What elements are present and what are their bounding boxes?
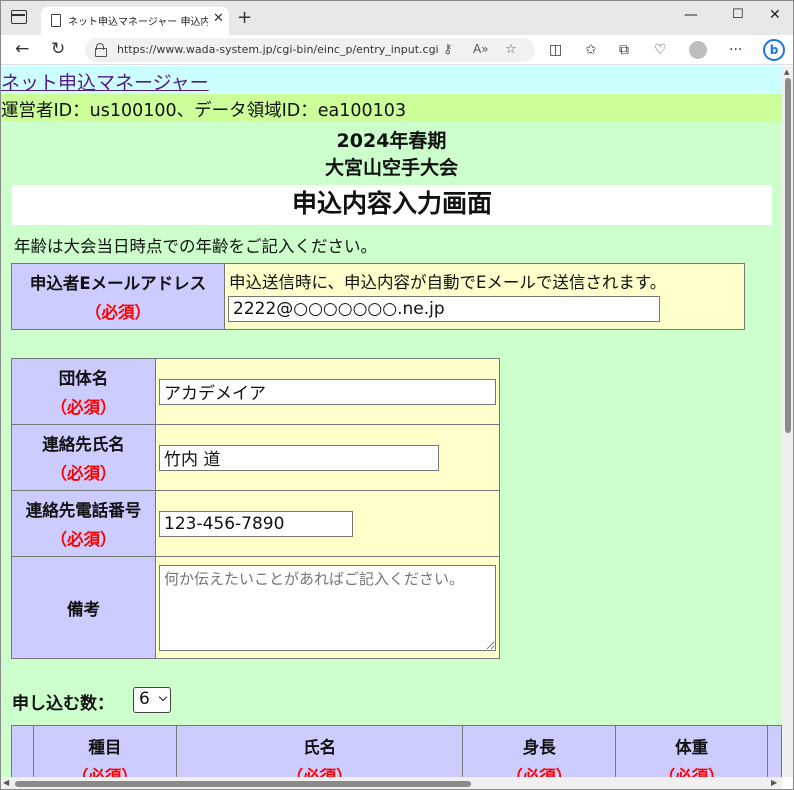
phone-input[interactable] <box>159 510 353 537</box>
title-bar: ネット申込マネージャー 申込内容入力 ✕ + — ☐ ✕ <box>1 1 793 35</box>
org-value-cell <box>155 358 500 425</box>
email-hint: 申込送信時に、申込内容が自動でEメールで送信されます。 <box>229 273 667 292</box>
horizontal-scroll-thumb[interactable] <box>15 781 471 787</box>
chevron-down-icon <box>158 692 168 702</box>
entry-count-label: 申し込む数： <box>12 694 114 714</box>
required-mark: （必須） <box>71 767 138 777</box>
email-label: 申込者Eメールアドレス <box>29 274 207 293</box>
organization-input[interactable] <box>159 378 496 405</box>
remarks-textarea[interactable] <box>159 564 496 651</box>
lock-icon[interactable] <box>95 43 107 57</box>
system-link-bar: ネット申込マネージャー <box>1 66 782 94</box>
required-mark: （必須） <box>658 767 725 777</box>
phone-label: 連絡先電話番号 <box>25 501 142 520</box>
page-icon <box>51 14 61 27</box>
group-info-table: 団体名 （必須） 連絡先氏名 （必須） 連絡先電話番号 <box>11 358 500 659</box>
required-mark: （必須） <box>506 767 573 777</box>
read-aloud-icon[interactable]: A» <box>473 42 489 56</box>
tab-title: ネット申込マネージャー 申込内容入力 <box>68 17 208 28</box>
browser-tab[interactable]: ネット申込マネージャー 申込内容入力 ✕ <box>41 7 229 35</box>
tab-actions-icon[interactable] <box>11 10 27 24</box>
profile-icon[interactable] <box>689 41 707 59</box>
scroll-right-icon[interactable]: ▶ <box>771 778 777 787</box>
window-close-icon[interactable]: ✕ <box>769 7 781 23</box>
page-title: 申込内容入力画面 <box>12 185 772 225</box>
event-title: 大宮山空手大会 <box>324 157 458 179</box>
operator-id-bar: 運営者ID：us100100、データ領域ID：ea100103 <box>1 94 782 121</box>
email-label-cell: 申込者Eメールアドレス （必須） <box>11 263 225 330</box>
phone-label-cell: 連絡先電話番号 （必須） <box>11 490 156 557</box>
split-screen-icon[interactable]: ◫ <box>549 42 562 58</box>
age-note: 年齢は大会当日時点での年齢をご記入ください。 <box>14 237 377 256</box>
email-table: 申込者Eメールアドレス （必須） 申込送信時に、申込内容が自動でEメールで送信さ… <box>11 263 745 330</box>
more-icon[interactable]: ··· <box>729 42 742 58</box>
required-mark: （必須） <box>50 464 117 483</box>
entries-header-height: 身長 （必須） <box>462 725 617 777</box>
vertical-scrollbar[interactable]: ▲ <box>782 66 793 777</box>
browser-essentials-icon[interactable]: ♡ <box>654 42 667 58</box>
entries-header-name: 氏名 （必須） <box>175 725 464 777</box>
season-title: 2024年春期 <box>336 130 447 152</box>
entry-count-value: 6 <box>139 689 150 709</box>
contact-label: 連絡先氏名 <box>42 435 125 454</box>
browser-window: ネット申込マネージャー 申込内容入力 ✕ + — ☐ ✕ ← ↻ https:/… <box>0 0 794 790</box>
remarks-value-cell <box>155 556 500 659</box>
navigation-bar: ← ↻ https://www.wada-system.jp/cgi-bin/e… <box>1 35 793 65</box>
new-tab-icon[interactable]: + <box>237 7 252 28</box>
phone-value-cell <box>155 490 500 557</box>
entries-header-label: 体重 <box>675 738 709 757</box>
org-label: 団体名 <box>58 369 109 388</box>
system-home-link[interactable]: ネット申込マネージャー <box>1 68 209 95</box>
entry-count-select[interactable]: 6 <box>133 687 171 713</box>
favorites-icon[interactable]: ✩ <box>585 42 597 58</box>
vertical-scroll-thumb[interactable] <box>785 78 791 433</box>
org-label-cell: 団体名 （必須） <box>11 358 156 425</box>
entries-header-label: 氏名 <box>303 738 337 757</box>
maximize-icon[interactable]: ☐ <box>732 7 744 22</box>
required-mark: （必須） <box>85 303 151 322</box>
collections-icon[interactable]: ⧉ <box>619 42 629 58</box>
back-icon[interactable]: ← <box>15 39 29 59</box>
entries-header-weight: 体重 （必須） <box>615 725 768 777</box>
bing-icon[interactable]: b <box>763 39 785 61</box>
email-value-cell: 申込送信時に、申込内容が自動でEメールで送信されます。 <box>224 263 745 330</box>
entries-header-label: 身長 <box>522 738 556 757</box>
contact-label-cell: 連絡先氏名 （必須） <box>11 424 156 491</box>
email-input[interactable] <box>228 296 660 322</box>
close-icon[interactable]: ✕ <box>213 11 224 26</box>
scroll-left-icon[interactable]: ◀ <box>3 778 9 787</box>
favorite-star-icon[interactable]: ☆ <box>505 42 517 57</box>
entries-header-extra <box>766 725 782 777</box>
entries-header-label: 種目 <box>88 738 122 757</box>
scroll-up-icon[interactable]: ▲ <box>784 68 789 76</box>
required-mark: （必須） <box>50 530 117 549</box>
contact-name-input[interactable] <box>159 444 439 471</box>
minimize-icon[interactable]: — <box>684 7 698 23</box>
url-text[interactable]: https://www.wada-system.jp/cgi-bin/einc_… <box>117 43 439 56</box>
page-viewport: ネット申込マネージャー 運営者ID：us100100、データ領域ID：ea100… <box>1 66 782 777</box>
contact-value-cell <box>155 424 500 491</box>
operator-id-text: 運営者ID：us100100、データ領域ID：ea100103 <box>1 101 407 121</box>
entries-table: 種目 （必須） 氏名 （必須） 身長 （必須） 体重 （必須） <box>11 725 782 777</box>
horizontal-scrollbar[interactable]: ◀ ▶ <box>1 777 782 789</box>
remarks-label: 備考 <box>67 599 100 619</box>
remarks-label-cell: 備考 <box>11 556 156 659</box>
required-mark: （必須） <box>50 398 117 417</box>
required-mark: （必須） <box>286 767 353 777</box>
entries-row-header-cell <box>11 725 34 777</box>
entries-header-event: 種目 （必須） <box>32 725 177 777</box>
address-bar[interactable]: https://www.wada-system.jp/cgi-bin/einc_… <box>85 38 535 62</box>
refresh-icon[interactable]: ↻ <box>51 39 65 59</box>
key-icon[interactable]: ⚷ <box>443 42 453 57</box>
